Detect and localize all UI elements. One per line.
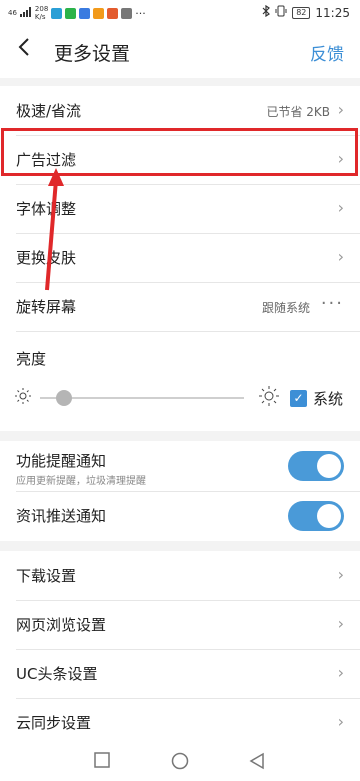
status-bar: 46 208 K/s ··· 82 11:25 <box>0 0 360 26</box>
feature-reminder-row: 功能提醒通知 应用更新提醒，垃圾清理提醒 <box>0 441 360 491</box>
bluetooth-icon <box>262 4 271 20</box>
app-notification-icon <box>51 7 63 19</box>
cell-signal-icon <box>19 6 32 20</box>
feature-reminder-toggle[interactable] <box>288 451 344 481</box>
toggle-knob <box>317 504 341 528</box>
brightness-label: 亮度 <box>16 350 47 368</box>
app-notification-icon <box>93 7 105 19</box>
recent-apps-icon[interactable] <box>94 752 110 773</box>
net-speed-value: 208 <box>34 5 49 13</box>
skin-row[interactable]: 更换皮肤 › <box>0 233 360 282</box>
system-brightness-checkbox[interactable]: ✓ <box>290 390 307 407</box>
net-speed-unit: K/s <box>34 13 46 21</box>
speed-saver-label: 极速/省流 <box>16 102 82 120</box>
signal-indicator: 46 <box>8 9 17 17</box>
web-browse-settings-label: 网页浏览设置 <box>16 616 107 634</box>
brightness-slider-thumb[interactable] <box>56 390 73 406</box>
news-push-toggle[interactable] <box>288 501 344 531</box>
brightness-low-icon <box>14 387 32 409</box>
cloud-sync-settings-label: 云同步设置 <box>16 714 92 732</box>
back-icon[interactable] <box>18 36 30 64</box>
notification-section: 功能提醒通知 应用更新提醒，垃圾清理提醒 资讯推送通知 <box>0 441 360 541</box>
more-notifications-icon: ··· <box>135 6 146 20</box>
download-settings-row[interactable]: 下载设置 › <box>0 551 360 600</box>
system-brightness-label: 系统 <box>313 390 344 408</box>
divider <box>16 331 360 332</box>
web-browse-settings-row[interactable]: 网页浏览设置 › <box>0 600 360 649</box>
home-icon[interactable] <box>171 752 189 775</box>
app-notification-icon <box>65 7 77 19</box>
uc-headlines-settings-label: UC头条设置 <box>16 665 98 683</box>
brightness-control: ✓ 系统 <box>0 370 360 418</box>
font-adjust-label: 字体调整 <box>16 200 77 218</box>
font-adjust-row[interactable]: 字体调整 › <box>0 184 360 233</box>
download-settings-label: 下载设置 <box>16 567 77 585</box>
news-push-label: 资讯推送通知 <box>16 507 107 525</box>
back-nav-icon[interactable] <box>249 752 265 775</box>
chevron-right-icon: › <box>337 663 344 682</box>
chevron-right-icon: › <box>337 614 344 633</box>
brightness-high-icon <box>258 385 280 411</box>
rotate-screen-row[interactable]: 旋转屏幕 跟随系统 ··· <box>0 282 360 331</box>
more-settings-section: 下载设置 › 网页浏览设置 › UC头条设置 › 云同步设置 › <box>0 551 360 742</box>
speed-saver-value: 已节省 2KB <box>266 105 330 119</box>
chevron-right-icon: › <box>337 247 344 266</box>
chevron-right-icon: › <box>337 565 344 584</box>
page-title: 更多设置 <box>54 43 131 65</box>
feature-reminder-label: 功能提醒通知 <box>16 452 107 470</box>
chevron-right-icon: › <box>337 198 344 217</box>
annotation-highlight-box <box>1 128 358 176</box>
toggle-knob <box>317 454 341 478</box>
app-notification-icon <box>79 7 91 19</box>
header-bar: 更多设置 反馈 <box>0 26 360 78</box>
system-nav-bar <box>0 742 360 781</box>
news-push-row: 资讯推送通知 <box>0 491 360 541</box>
app-notification-icon <box>107 7 119 19</box>
rotate-screen-value: 跟随系统 <box>261 301 310 315</box>
feedback-link[interactable]: 反馈 <box>310 40 344 65</box>
uc-headlines-settings-row[interactable]: UC头条设置 › <box>0 649 360 698</box>
chevron-right-icon: › <box>337 712 344 731</box>
cloud-sync-settings-row[interactable]: 云同步设置 › <box>0 698 360 742</box>
feature-reminder-sub: 应用更新提醒，垃圾清理提醒 <box>16 476 146 487</box>
rotate-screen-label: 旋转屏幕 <box>16 298 77 316</box>
skin-label: 更换皮肤 <box>16 249 77 267</box>
app-notification-icon <box>121 7 133 19</box>
battery-indicator: 82 <box>292 6 311 19</box>
clock: 11:25 <box>315 5 350 20</box>
vibrate-icon <box>275 5 287 20</box>
chevron-right-icon: › <box>337 100 344 119</box>
more-options-icon[interactable]: ··· <box>321 293 344 314</box>
